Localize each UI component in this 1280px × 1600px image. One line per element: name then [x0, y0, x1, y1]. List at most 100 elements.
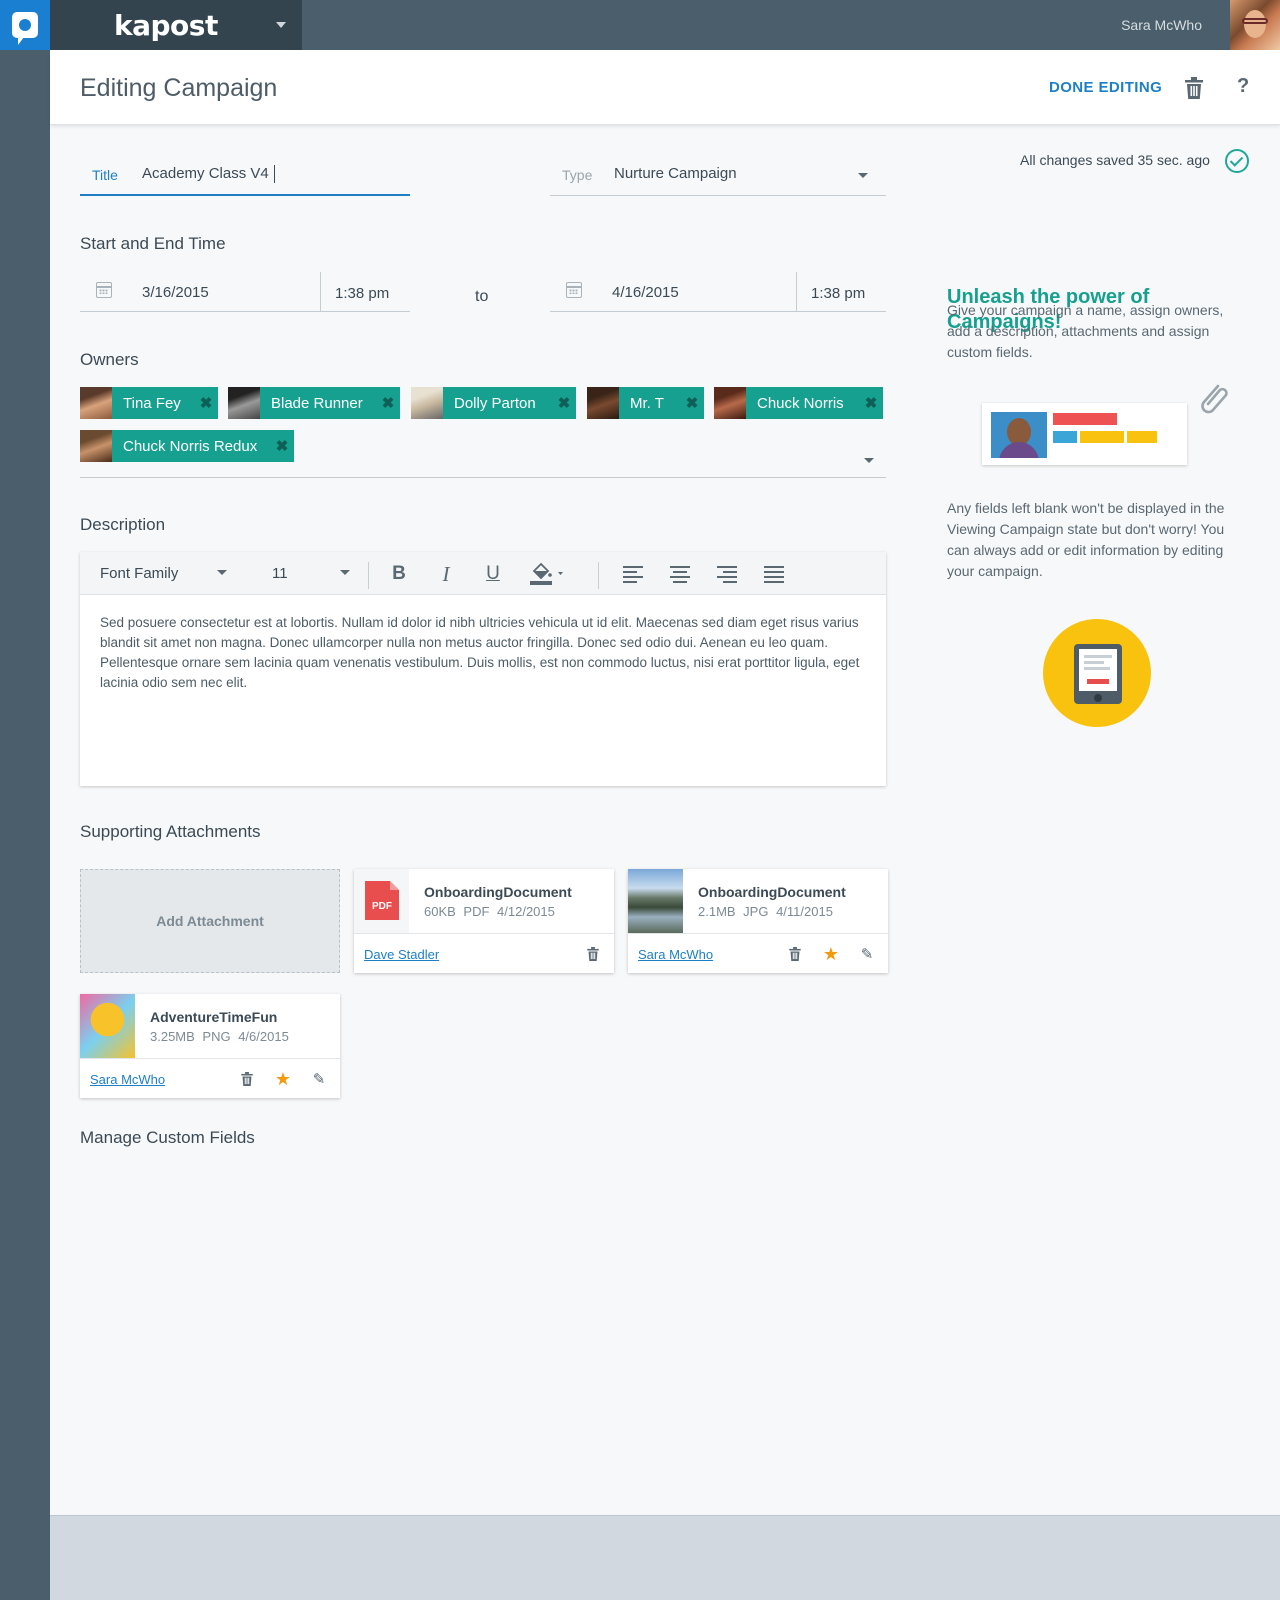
add-attachment-button[interactable]: Add Attachment — [80, 869, 340, 973]
bold-button[interactable]: B — [386, 561, 412, 587]
top-bar: kapost Sara McWho — [50, 0, 1280, 50]
avatar — [411, 387, 443, 419]
title-label: Title — [92, 167, 118, 183]
app-logo-icon[interactable] — [0, 0, 50, 50]
toolbar-divider — [368, 562, 369, 589]
font-family-value: Font Family — [100, 565, 179, 582]
start-date-field[interactable]: 3/16/2015 1:38 pm — [80, 272, 410, 312]
pdf-thumbnail: PDF — [354, 869, 409, 933]
done-editing-button[interactable]: DONE EDITING — [1049, 79, 1162, 96]
owner-name: Chuck Norris — [757, 394, 844, 412]
page-title: Editing Campaign — [80, 74, 278, 102]
person-icon — [991, 412, 1047, 458]
attachment-meta: 2.1MB JPG 4/11/2015 — [698, 904, 833, 919]
pdf-file-icon: PDF — [365, 881, 399, 920]
attachment-footer: Sara McWho ★ ✎ — [628, 933, 888, 973]
align-justify-icon — [764, 566, 784, 583]
page-header: Editing Campaign DONE EDITING ? — [50, 50, 1280, 125]
owner-chip[interactable]: Chuck Norris Redux ✖ — [80, 430, 294, 462]
end-date-value: 4/16/2015 — [612, 284, 679, 301]
title-input[interactable]: Academy Class V4 — [142, 165, 275, 184]
owner-chip[interactable]: Blade Runner ✖ — [228, 387, 400, 419]
attachment-name: AdventureTimeFun — [150, 1009, 278, 1025]
trash-icon[interactable] — [238, 1070, 256, 1088]
font-size-value: 11 — [272, 565, 288, 582]
pdf-thumb-label: PDF — [372, 901, 392, 912]
avatar — [228, 387, 260, 419]
owner-name: Chuck Norris Redux — [123, 437, 258, 455]
align-center-button[interactable] — [667, 561, 693, 587]
remove-icon[interactable]: ✖ — [376, 394, 400, 412]
star-icon[interactable]: ★ — [822, 944, 840, 964]
trash-icon[interactable] — [584, 945, 602, 963]
left-rail — [0, 0, 50, 1600]
remove-icon[interactable]: ✖ — [194, 394, 218, 412]
attachment-card[interactable]: AdventureTimeFun 3.25MB PNG 4/6/2015 Sar… — [80, 994, 340, 1098]
owner-chip[interactable]: Mr. T ✖ — [587, 387, 704, 419]
owner-chip[interactable]: Dolly Parton ✖ — [411, 387, 576, 419]
owners-field[interactable]: Tina Fey ✖ Blade Runner ✖ Dolly Parton ✖… — [80, 387, 886, 478]
to-label: to — [475, 288, 489, 305]
pencil-icon[interactable]: ✎ — [858, 945, 876, 963]
image-thumbnail — [80, 994, 135, 1058]
align-justify-button[interactable] — [761, 561, 787, 587]
attachment-footer: Sara McWho ★ ✎ — [80, 1058, 340, 1098]
remove-icon[interactable]: ✖ — [552, 394, 576, 412]
font-family-select[interactable]: Font Family — [100, 565, 227, 582]
trash-icon[interactable] — [786, 945, 804, 963]
attachment-owner-link[interactable]: Sara McWho — [638, 947, 713, 962]
attachment-meta: 60KB PDF 4/12/2015 — [424, 904, 555, 919]
image-thumbnail — [628, 869, 683, 933]
attachment-owner-link[interactable]: Sara McWho — [90, 1072, 165, 1087]
chevron-down-icon[interactable] — [864, 458, 874, 463]
attachment-card[interactable]: OnboardingDocument 2.1MB JPG 4/11/2015 S… — [628, 869, 888, 973]
align-right-button[interactable] — [714, 561, 740, 587]
remove-icon[interactable]: ✖ — [680, 394, 704, 412]
font-size-select[interactable]: 11 — [272, 565, 350, 582]
attachment-owner-link[interactable]: Dave Stadler — [364, 947, 439, 962]
start-time-field[interactable]: 1:38 pm — [320, 272, 410, 312]
owner-name: Mr. T — [630, 394, 664, 412]
title-value: Academy Class V4 — [142, 165, 269, 182]
tablet-illustration — [1043, 619, 1151, 727]
end-time-value: 1:38 pm — [811, 285, 866, 302]
description-text[interactable]: Sed posuere consectetur est at lobortis.… — [100, 613, 860, 693]
star-icon[interactable]: ★ — [274, 1069, 292, 1089]
fill-color-button[interactable] — [528, 561, 568, 587]
help-icon[interactable]: ? — [1237, 75, 1249, 98]
end-date-field[interactable]: 4/16/2015 1:38 pm — [550, 272, 886, 312]
pencil-icon[interactable]: ✎ — [310, 1070, 328, 1088]
remove-icon[interactable]: ✖ — [859, 394, 883, 412]
title-field[interactable]: Title Academy Class V4 — [80, 150, 410, 196]
type-value: Nurture Campaign — [614, 165, 737, 182]
description-editor[interactable]: Font Family 11 B I U Sed posuere consect… — [80, 552, 886, 786]
custom-fields-label[interactable]: Manage Custom Fields — [80, 1128, 255, 1148]
sidebar-note: Any fields left blank won't be displayed… — [947, 500, 1225, 579]
toolbar-divider — [598, 562, 599, 589]
attachment-footer: Dave Stadler — [354, 933, 614, 973]
trash-icon[interactable] — [1185, 77, 1203, 99]
brand-switcher[interactable]: kapost — [50, 0, 302, 50]
owner-chip[interactable]: Chuck Norris ✖ — [714, 387, 883, 419]
attachment-card[interactable]: PDF OnboardingDocument 60KB PDF 4/12/201… — [354, 869, 614, 973]
italic-button[interactable]: I — [433, 561, 459, 587]
end-time-field[interactable]: 1:38 pm — [796, 272, 886, 312]
align-center-icon — [670, 566, 690, 583]
type-select[interactable]: Type Nurture Campaign — [550, 150, 886, 196]
attachment-name: OnboardingDocument — [698, 884, 846, 900]
description-label: Description — [80, 515, 166, 534]
user-avatar[interactable] — [1230, 0, 1280, 50]
underline-button[interactable]: U — [480, 561, 506, 587]
remove-icon[interactable]: ✖ — [270, 437, 294, 455]
attachments-label: Supporting Attachments — [80, 822, 261, 841]
avatar — [80, 430, 112, 462]
avatar — [80, 387, 112, 419]
user-name[interactable]: Sara McWho — [1121, 17, 1202, 33]
owner-chip[interactable]: Tina Fey ✖ — [80, 387, 218, 419]
editor-toolbar: Font Family 11 B I U — [80, 552, 886, 595]
main-panel: Editing Campaign DONE EDITING ? Title Ac… — [50, 50, 1280, 1515]
avatar — [587, 387, 619, 419]
page-footer — [50, 1515, 1280, 1600]
owner-name: Dolly Parton — [454, 394, 536, 412]
align-left-button[interactable] — [620, 561, 646, 587]
